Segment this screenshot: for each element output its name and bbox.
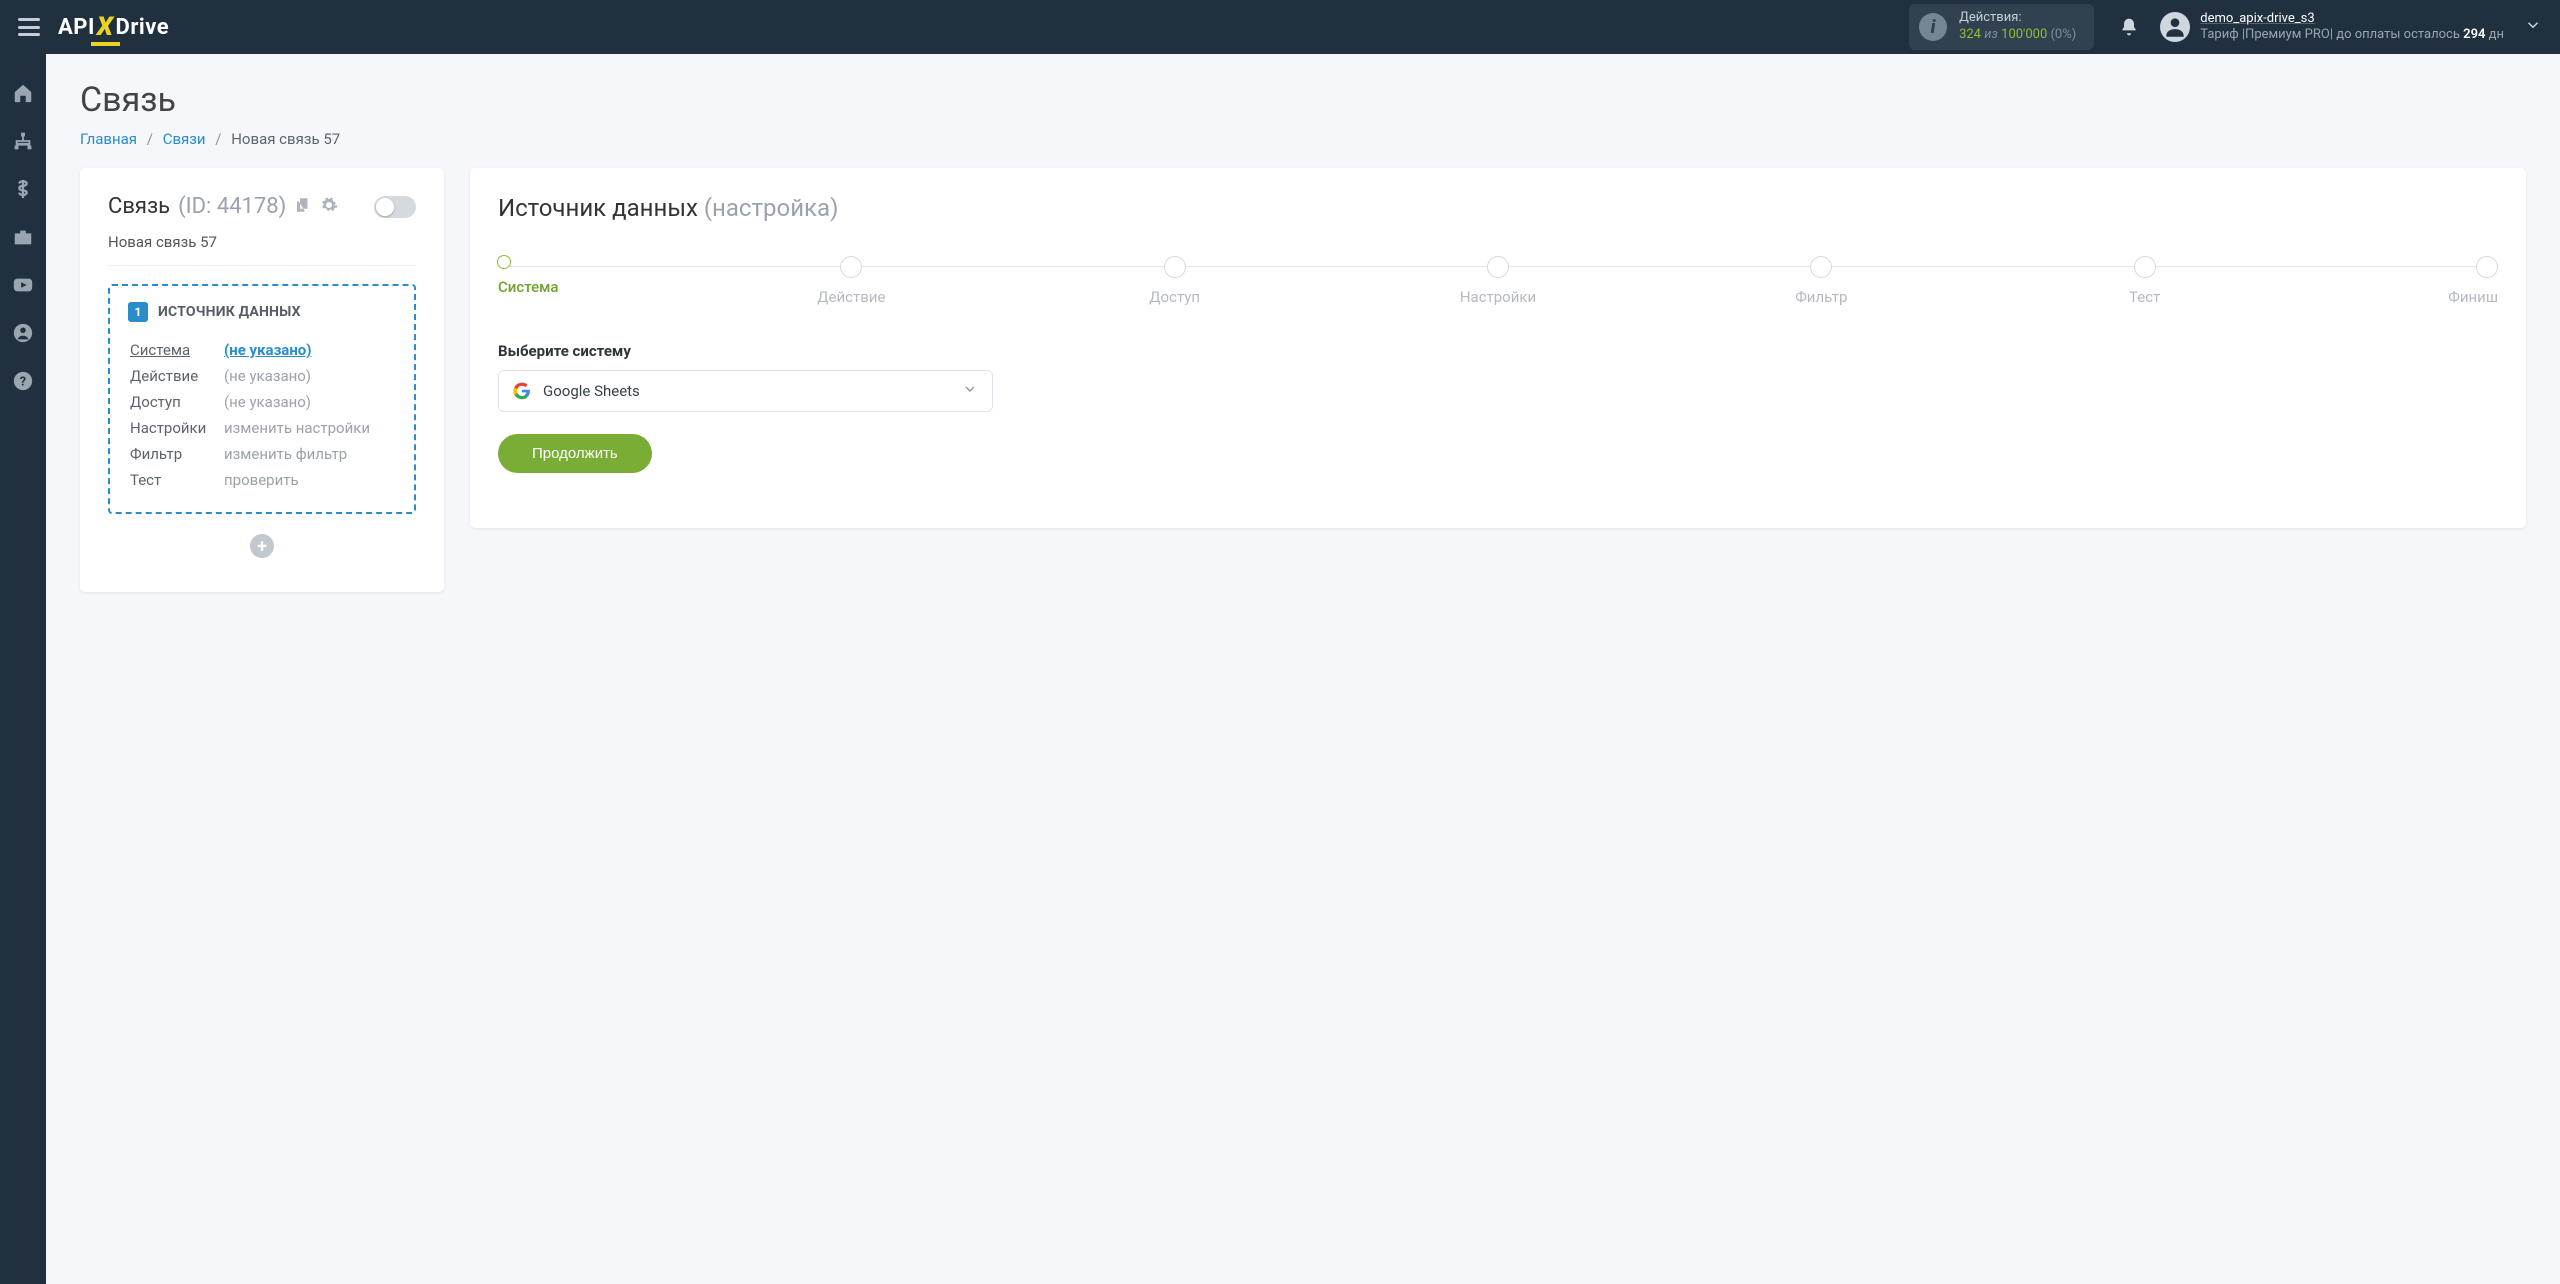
help-icon: ? xyxy=(12,370,34,392)
settings-button[interactable] xyxy=(320,196,338,218)
chevron-down-icon xyxy=(2524,16,2542,34)
row-access-value: (не указано) xyxy=(224,390,394,414)
crumb-current: Новая связь 57 xyxy=(231,130,340,148)
sidebar-item-help[interactable]: ? xyxy=(0,370,46,392)
breadcrumb: Главная / Связи / Новая связь 57 xyxy=(80,130,2526,148)
page-title: Связь xyxy=(80,80,2526,120)
info-icon: i xyxy=(1919,13,1947,41)
copy-icon xyxy=(294,196,312,214)
add-step-button[interactable]: + xyxy=(250,534,274,558)
row-settings-value[interactable]: изменить настройки xyxy=(224,416,394,440)
step-settings[interactable]: Настройки xyxy=(1468,256,1528,306)
plan-text: Тариф |Премиум PRO| до оплаты осталось xyxy=(2200,27,2463,42)
step-filter[interactable]: Фильтр xyxy=(1791,256,1851,306)
youtube-icon xyxy=(12,274,34,296)
notifications-button[interactable] xyxy=(2112,10,2146,44)
source-box-title: ИСТОЧНИК ДАННЫХ xyxy=(158,304,301,320)
row-filter-value[interactable]: изменить фильтр xyxy=(224,442,394,466)
avatar[interactable] xyxy=(2160,12,2190,42)
config-title: Источник данных xyxy=(498,194,698,222)
step-system[interactable]: Система xyxy=(498,256,558,296)
briefcase-icon xyxy=(12,226,34,248)
menu-toggle-button[interactable] xyxy=(18,18,40,36)
crumb-home[interactable]: Главная xyxy=(80,130,137,148)
source-step-number: 1 xyxy=(128,302,148,322)
sidebar-item-video[interactable] xyxy=(0,274,46,296)
sidebar-item-links[interactable] xyxy=(0,130,46,152)
chevron-down-icon xyxy=(962,381,978,401)
connection-name: Новая связь 57 xyxy=(108,233,416,266)
connection-title: Связь xyxy=(108,194,170,219)
sidebar-item-account[interactable] xyxy=(0,322,46,344)
actions-total: 100'000 xyxy=(2001,27,2047,42)
continue-button[interactable]: Продолжить xyxy=(498,434,652,473)
sidebar-item-billing[interactable] xyxy=(0,178,46,200)
user-name: demo_apix-drive_s3 xyxy=(2200,11,2504,27)
actions-label: Действия: xyxy=(1959,10,2076,27)
row-test-label: Тест xyxy=(130,468,222,492)
user-circle-icon xyxy=(12,322,34,344)
google-icon xyxy=(513,382,531,400)
topbar: APIXDrive i Действия: 324 из 100'000 (0%… xyxy=(0,0,2560,54)
row-test-value[interactable]: проверить xyxy=(224,468,394,492)
sitemap-icon xyxy=(12,130,34,152)
main: Связь Главная / Связи / Новая связь 57 С… xyxy=(46,54,2560,618)
user-menu-toggle[interactable] xyxy=(2504,16,2542,38)
stepper: Система Действие Доступ Настройки Фильтр… xyxy=(498,256,2498,306)
home-icon xyxy=(12,82,34,104)
config-card: Источник данных (настройка) Система Дейс… xyxy=(470,168,2526,528)
actions-used: 324 xyxy=(1959,27,1981,42)
sidebar-item-home[interactable] xyxy=(0,82,46,104)
row-action-value: (не указано) xyxy=(224,364,394,388)
system-select-value: Google Sheets xyxy=(543,382,640,400)
step-test[interactable]: Тест xyxy=(2115,256,2175,306)
sidebar-item-briefcase[interactable] xyxy=(0,226,46,248)
row-access-label: Доступ xyxy=(130,390,222,414)
svg-text:?: ? xyxy=(20,375,26,390)
gear-icon xyxy=(320,196,338,214)
logo[interactable]: APIXDrive xyxy=(58,12,169,42)
crumb-links[interactable]: Связи xyxy=(163,130,206,148)
config-subtitle: (настройка) xyxy=(704,194,839,222)
user-icon xyxy=(2162,14,2188,40)
step-finish[interactable]: Финиш xyxy=(2438,256,2498,306)
connection-card: Связь (ID: 44178) Новая связь 57 1 ИСТОЧ… xyxy=(80,168,444,592)
select-system-label: Выберите систему xyxy=(498,342,2498,360)
actions-percent: (0%) xyxy=(2050,27,2076,42)
plan-days: 294 xyxy=(2463,27,2485,42)
row-system-value[interactable]: (не указано) xyxy=(224,341,312,359)
copy-button[interactable] xyxy=(294,196,312,218)
actions-usage-box[interactable]: i Действия: 324 из 100'000 (0%) xyxy=(1909,4,2094,50)
user-block[interactable]: demo_apix-drive_s3 Тариф |Премиум PRO| д… xyxy=(2200,11,2504,44)
step-access[interactable]: Доступ xyxy=(1145,256,1205,306)
actions-of: из xyxy=(1984,27,1998,42)
row-action-label: Действие xyxy=(130,364,222,388)
connection-id: (ID: 44178) xyxy=(178,194,286,219)
source-box: 1 ИСТОЧНИК ДАННЫХ Система (не указано) Д… xyxy=(108,284,416,514)
dollar-icon xyxy=(12,178,34,200)
row-settings-label: Настройки xyxy=(130,416,222,440)
system-select[interactable]: Google Sheets xyxy=(498,370,993,412)
step-action[interactable]: Действие xyxy=(821,256,881,306)
enable-toggle[interactable] xyxy=(374,196,416,218)
bell-icon xyxy=(2119,17,2139,37)
sidebar: ? xyxy=(0,54,46,1284)
row-system-label: Система xyxy=(130,338,222,362)
row-filter-label: Фильтр xyxy=(130,442,222,466)
